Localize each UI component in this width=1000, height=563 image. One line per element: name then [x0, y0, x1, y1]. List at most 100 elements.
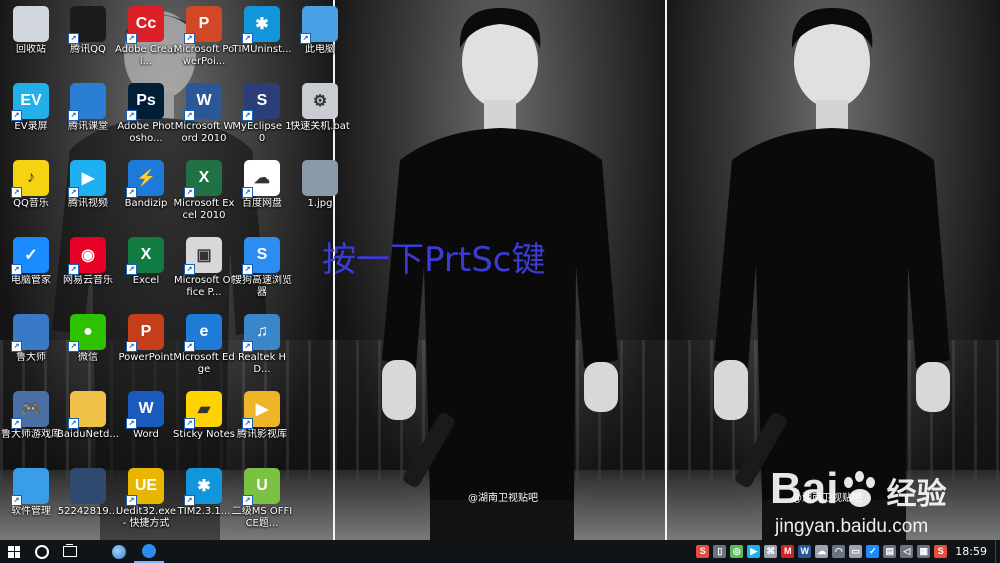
task-view-button[interactable]	[56, 540, 84, 563]
wechat-icon: ● ↗	[68, 314, 106, 352]
tim-star-icon: ✱ ↗	[242, 6, 280, 44]
antivirus-icon[interactable]: M	[781, 545, 795, 558]
desktop-icon-powerpoint[interactable]: P ↗ PowerPoint	[115, 312, 177, 386]
desktop-icon-tim231[interactable]: ✱ ↗ TIM2.3.1...	[173, 466, 235, 540]
recycle-bin-icon	[13, 6, 49, 42]
desktop-icon-recycle-bin[interactable]: 回收站	[0, 4, 62, 78]
word-tray-icon[interactable]: W	[798, 545, 812, 558]
desktop-icon-ludashi-games[interactable]: 🎮 ↗ 鲁大师游戏库	[0, 389, 62, 463]
pc-manager-shield-icon: ✓ ↗	[11, 237, 49, 275]
show-desktop-button[interactable]	[995, 540, 1000, 563]
sogou-input-icon[interactable]: S	[696, 545, 710, 558]
ie-browser-icon	[112, 544, 126, 559]
tencent-video-icon: ▶ ↗	[68, 160, 106, 198]
desktop-icon-bandizip[interactable]: ⚡ ↗ Bandizip	[115, 158, 177, 232]
desktop-icon-software-manager[interactable]: ↗ 软件管理	[0, 466, 62, 540]
desktop-icon-office-level2[interactable]: U ↗ 二级MS OFFICE题...	[231, 466, 293, 540]
desktop-icon-wechat[interactable]: ● ↗ 微信	[57, 312, 119, 386]
cloud-icon[interactable]: ☁	[815, 545, 829, 558]
shortcut-arrow-icon: ↗	[242, 495, 253, 506]
desktop-icon-word[interactable]: W ↗ Word	[115, 389, 177, 463]
video-play-icon[interactable]: ▶	[747, 545, 761, 558]
shortcut-arrow-icon: ↗	[68, 264, 79, 275]
ime-icon[interactable]: ▦	[917, 545, 931, 558]
game-icon[interactable]: ⌘	[764, 545, 778, 558]
taskbar-app-file-explorer[interactable]	[104, 540, 134, 563]
desktop-icon-myeclipse[interactable]: S ↗ MyEclipse 10	[231, 81, 293, 155]
desktop-icon-photo-5224[interactable]: 52242819...	[57, 466, 119, 540]
desktop-icon-baidu-netdisk[interactable]: ☁ ↗ 百度网盘	[231, 158, 293, 232]
adobe-cc-icon: Cc ↗	[126, 6, 164, 44]
desktop-icon-tencent-class[interactable]: ↗ 腾讯课堂	[57, 81, 119, 155]
sogou-tray-icon[interactable]: S	[934, 545, 948, 558]
office-exam-icon: U ↗	[242, 468, 280, 506]
watermark-url: jingyan.baidu.com	[775, 516, 929, 537]
phone-icon[interactable]: ▯	[713, 545, 727, 558]
shortcut-arrow-icon: ↗	[242, 187, 253, 198]
desktop-icon-powerpoint-2010[interactable]: P ↗ Microsoft PowerPoi...	[173, 4, 235, 78]
shortcut-arrow-icon: ↗	[184, 187, 195, 198]
desktop-icon-adobe-creative[interactable]: Cc ↗ Adobe Creati...	[115, 4, 177, 78]
desktop-icon-tencent-qq[interactable]: ↗ 腾讯QQ	[57, 4, 119, 78]
desktop-icon-sogou-browser[interactable]: S ↗ 搜狗高速浏览器	[231, 235, 293, 309]
desktop-icon-label: BaiduNetd...	[57, 429, 119, 440]
desktop-icon-excel[interactable]: X ↗ Excel	[115, 235, 177, 309]
shortcut-arrow-icon: ↗	[68, 341, 79, 352]
powerpoint-2010-icon: P ↗	[184, 6, 222, 44]
office-picture-icon: ▣ ↗	[184, 237, 222, 275]
taskbar-app-sogou-browser[interactable]	[134, 540, 164, 563]
shortcut-arrow-icon: ↗	[126, 264, 137, 275]
cortana-search-button[interactable]	[28, 540, 56, 563]
desktop-icon-edge[interactable]: e ↗ Microsoft Edge	[173, 312, 235, 386]
desktop-icon-tim-uninstall[interactable]: ✱ ↗ TIMUninst...	[231, 4, 293, 78]
desktop-icon-ev-screen[interactable]: EV ↗ EV录屏	[0, 81, 62, 155]
wifi-icon[interactable]: ◠	[832, 545, 846, 558]
desktop-icon-office-picture[interactable]: ▣ ↗ Microsoft Office P...	[173, 235, 235, 309]
desktop-icon-label: 腾讯课堂	[68, 121, 108, 132]
shortcut-arrow-icon: ↗	[300, 33, 311, 44]
shortcut-arrow-icon: ↗	[184, 418, 195, 429]
desktop-icon-label: 此电脑	[305, 44, 335, 55]
singer-silhouette	[712, 0, 952, 540]
system-tray: S ▯ ◎ ▶ ⌘ M W ☁ ◠ ▭ ✓ ▤ ◁ ▦ S 18:59	[694, 540, 1000, 563]
shortcut-arrow-icon: ↗	[184, 110, 195, 121]
desktop-icon-label: 鲁大师	[16, 352, 46, 363]
desktop-icon-word-2010[interactable]: W ↗ Microsoft Word 2010	[173, 81, 235, 155]
volume-icon[interactable]: ◁	[900, 545, 914, 558]
taskbar-clock[interactable]: 18:59	[949, 545, 995, 558]
desktop-icon-excel-2010[interactable]: X ↗ Microsoft Excel 2010	[173, 158, 235, 232]
battery-icon[interactable]: ▭	[849, 545, 863, 558]
desktop-icon-label: 二级MS OFFICE题...	[231, 506, 293, 529]
photoshop-icon: Ps ↗	[126, 83, 164, 121]
desktop-icon-realtek[interactable]: ♫ ↗ Realtek HD...	[231, 312, 293, 386]
desktop-icon-label: 腾讯影视库	[237, 429, 287, 440]
desktop-icon-uedit32[interactable]: UE ↗ Uedit32.exe - 快捷方式	[115, 466, 177, 540]
desktop-icon-tencent-video[interactable]: ▶ ↗ 腾讯视频	[57, 158, 119, 232]
network-icon[interactable]: ▤	[883, 545, 897, 558]
desktop-icon-pc-manager[interactable]: ✓ ↗ 电脑管家	[0, 235, 62, 309]
desktop-icon-tencent-film[interactable]: ▶ ↗ 腾讯影视库	[231, 389, 293, 463]
desktop-icon-netease-music[interactable]: ◉ ↗ 网易云音乐	[57, 235, 119, 309]
desktop-icon-baidu-netdisk-folder[interactable]: ↗ BaiduNetd...	[57, 389, 119, 463]
desktop-icon-sticky-notes[interactable]: ▰ ↗ Sticky Notes	[173, 389, 235, 463]
360-icon[interactable]: ◎	[730, 545, 744, 558]
desktop-icon-shutdown-bat[interactable]: ⚙ 快速关机.bat	[289, 81, 351, 155]
tim-installer-icon: ✱ ↗	[184, 468, 222, 506]
desktop-icon-this-pc[interactable]: ↗ 此电脑	[289, 4, 351, 78]
shield-icon[interactable]: ✓	[866, 545, 880, 558]
powerpoint-icon: P ↗	[126, 314, 164, 352]
start-button[interactable]	[0, 540, 28, 563]
instruction-overlay-text: 按一下PrtSc键	[322, 240, 546, 280]
watermark-jingyan-text: 经验	[886, 478, 947, 512]
desktop-icon-label: 搜狗高速浏览器	[232, 275, 292, 298]
desktop-icon-label: Microsoft Word 2010	[174, 121, 234, 144]
desktop-icon-label: Microsoft PowerPoi...	[173, 44, 235, 67]
desktop-icon-label: 回收站	[16, 44, 46, 55]
task-view-icon	[63, 544, 77, 557]
desktop-icon-label: Word	[133, 429, 159, 440]
desktop-icon-ludashi[interactable]: ↗ 鲁大师	[0, 312, 62, 386]
desktop-icon-qq-music[interactable]: ♪ ↗ QQ音乐	[0, 158, 62, 232]
desktop-icon-image-1jpg[interactable]: 1.jpg	[289, 158, 351, 232]
desktop-icon-label: Microsoft Edge	[173, 352, 235, 375]
desktop-icon-photoshop[interactable]: Ps ↗ Adobe Photosho...	[115, 81, 177, 155]
